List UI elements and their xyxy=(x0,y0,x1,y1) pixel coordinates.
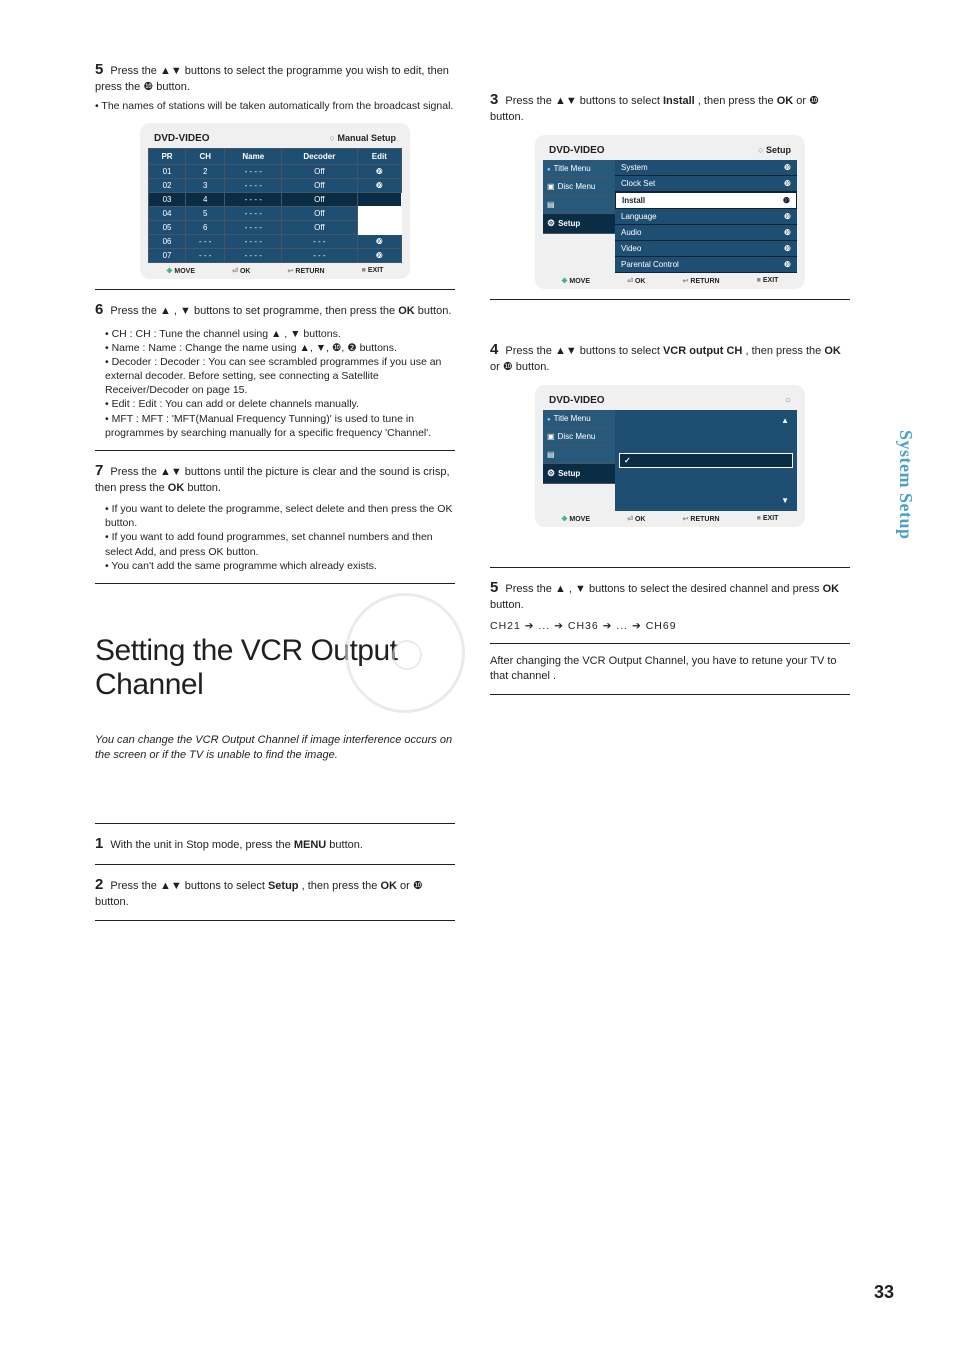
sub-name: • Name : Name : Change the name using ▲,… xyxy=(95,341,455,355)
channel-path: CH21 ➔ ... ➔ CH36 ➔ ... ➔ CH69 xyxy=(490,619,850,633)
osd-side-menu: Title Menu ▣Disc Menu ▤ Setup xyxy=(543,410,615,511)
disc-graphic xyxy=(345,593,465,713)
osd-side-menu: Title Menu ▣Disc Menu ▤ Setup xyxy=(543,160,615,273)
step7-bullet: • If you want to delete the programme, s… xyxy=(95,502,455,530)
scroll-down-icon[interactable]: ▼ xyxy=(619,494,793,507)
scroll-up-icon[interactable]: ▲ xyxy=(619,414,793,427)
section-heading-block: Setting the VCR Output Channel xyxy=(95,634,455,703)
setup-item-parental[interactable]: Parental Control❿ xyxy=(615,257,797,273)
page: System Setup 33 5 Press the ▲▼ buttons t… xyxy=(0,0,954,1349)
side-title-menu[interactable]: Title Menu xyxy=(543,160,615,178)
step7-bullet: • You can't add the same programme which… xyxy=(95,559,455,573)
table-row: 045- - - -Off xyxy=(149,207,402,221)
table-row: 012- - - -Off❿ xyxy=(149,165,402,179)
osd-title: DVD-VIDEO xyxy=(549,145,605,156)
table-row: 056- - - -Off xyxy=(149,221,402,235)
closing-note: After changing the VCR Output Channel, y… xyxy=(490,654,850,684)
osd-setup-menu: DVD-VIDEO Setup Title Menu ▣Disc Menu ▤ … xyxy=(535,135,805,289)
sub-ch: • CH : CH : Tune the channel using ▲ , ▼… xyxy=(95,327,455,341)
gear-icon xyxy=(547,468,555,479)
osd-footer: MOVE OK RETURN EXIT xyxy=(543,511,797,523)
osd-footer: MOVE OK RETURN EXIT xyxy=(543,273,797,285)
osd-main-list: System❿ Clock Set❿ Install❿ Language❿ Au… xyxy=(615,160,797,273)
sidebar-tab: System Setup xyxy=(895,430,916,540)
out-ch-row: CH37 xyxy=(619,468,793,481)
setup-item-video[interactable]: Video❿ xyxy=(615,241,797,257)
out-ch-row: CH22 xyxy=(619,440,793,453)
step-5r: 5 Press the ▲ , ▼ buttons to select the … xyxy=(490,578,850,633)
left-column: 5 Press the ▲▼ buttons to select the pro… xyxy=(95,60,455,931)
out-ch-selected[interactable]: ✓CH36 xyxy=(619,453,793,468)
gear-icon xyxy=(547,218,555,229)
step-2b: 2 Press the ▲▼ buttons to select Setup ,… xyxy=(95,875,455,910)
osd-subtitle: Setup xyxy=(758,145,791,156)
table-row: 06- - -- - - -- - -❿ xyxy=(149,235,402,249)
osd-manual-setup: DVD-VIDEO Manual Setup PRCH NameDecoder … xyxy=(140,123,410,279)
sub-mft: • MFT : MFT : 'MFT(Manual Frequency Tunn… xyxy=(95,412,455,440)
step-6: 6 Press the ▲ , ▼ buttons to set program… xyxy=(95,300,455,320)
step-5: 5 Press the ▲▼ buttons to select the pro… xyxy=(95,60,455,113)
osd-title: DVD-VIDEO xyxy=(154,133,210,144)
side-blank[interactable]: ▤ xyxy=(543,446,615,464)
right-column: 3 Press the ▲▼ buttons to select Install… xyxy=(490,90,850,705)
osd-output-channel: DVD-VIDEO ○ Title Menu ▣Disc Menu ▤ Setu… xyxy=(535,385,805,527)
setup-item-language[interactable]: Language❿ xyxy=(615,209,797,225)
step-7: 7 Press the ▲▼ buttons until the picture… xyxy=(95,461,455,496)
sub-decoder: • Decoder : Decoder : You can see scramb… xyxy=(95,355,455,398)
setup-item-audio[interactable]: Audio❿ xyxy=(615,225,797,241)
out-ch-row: CH21 xyxy=(619,427,793,440)
side-setup[interactable]: Setup xyxy=(543,464,615,484)
setup-item-system[interactable]: System❿ xyxy=(615,160,797,176)
table-row: 07- - -- - - -- - -❿ xyxy=(149,249,402,263)
step-3r: 3 Press the ▲▼ buttons to select Install… xyxy=(490,90,850,125)
sub-edit: • Edit : Edit : You can add or delete ch… xyxy=(95,397,455,411)
out-ch-row: CH38 xyxy=(619,481,793,494)
section-subtitle: You can change the VCR Output Channel if… xyxy=(95,733,455,763)
side-disc-menu[interactable]: ▣Disc Menu xyxy=(543,178,615,196)
setup-item-clock[interactable]: Clock Set❿ xyxy=(615,176,797,192)
table-row: 023- - - -Off❿ xyxy=(149,179,402,193)
step-4r: 4 Press the ▲▼ buttons to select VCR out… xyxy=(490,340,850,375)
page-number: 33 xyxy=(874,1282,894,1303)
step7-bullet: • If you want to add found programmes, s… xyxy=(95,530,455,558)
side-title-menu[interactable]: Title Menu xyxy=(543,410,615,428)
table-row-selected: 034- - - -Off xyxy=(149,193,402,207)
setup-item-install[interactable]: Install❿ xyxy=(615,192,797,209)
output-channel-pane: ▲ CH21 CH22 ✓CH36 CH37 CH38 ▼ xyxy=(615,410,797,511)
osd-title: DVD-VIDEO xyxy=(549,395,605,406)
osd-subtitle: Manual Setup xyxy=(330,133,396,144)
side-blank[interactable]: ▤ xyxy=(543,196,615,214)
side-disc-menu[interactable]: ▣Disc Menu xyxy=(543,428,615,446)
step-1b: 1 With the unit in Stop mode, press the … xyxy=(95,834,455,854)
side-setup[interactable]: Setup xyxy=(543,214,615,234)
osd-footer: MOVE OK RETURN EXIT xyxy=(148,263,402,275)
manual-setup-table: PRCH NameDecoder Edit 012- - - -Off❿ 023… xyxy=(148,148,402,263)
